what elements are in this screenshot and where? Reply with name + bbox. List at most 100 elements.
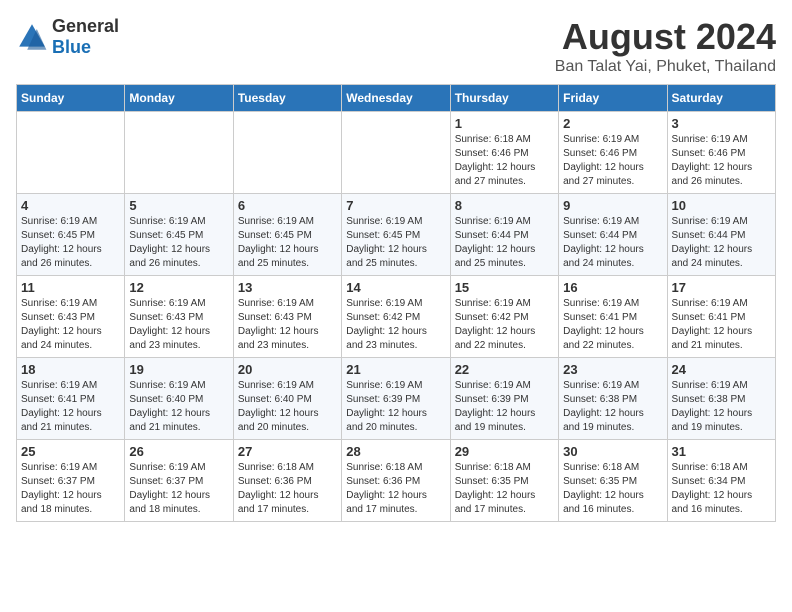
day-number: 1: [455, 116, 554, 131]
day-number: 12: [129, 280, 228, 295]
title-area: August 2024 Ban Talat Yai, Phuket, Thail…: [555, 16, 776, 76]
day-info: Sunrise: 6:18 AM Sunset: 6:34 PM Dayligh…: [672, 461, 771, 517]
day-number: 6: [238, 198, 337, 213]
day-info: Sunrise: 6:19 AM Sunset: 6:45 PM Dayligh…: [346, 215, 445, 271]
day-info: Sunrise: 6:19 AM Sunset: 6:45 PM Dayligh…: [238, 215, 337, 271]
day-cell: [17, 112, 125, 194]
day-info: Sunrise: 6:19 AM Sunset: 6:39 PM Dayligh…: [346, 379, 445, 435]
day-cell: 13Sunrise: 6:19 AM Sunset: 6:43 PM Dayli…: [233, 276, 341, 358]
day-number: 14: [346, 280, 445, 295]
day-info: Sunrise: 6:19 AM Sunset: 6:42 PM Dayligh…: [455, 297, 554, 353]
day-info: Sunrise: 6:19 AM Sunset: 6:37 PM Dayligh…: [21, 461, 120, 517]
day-info: Sunrise: 6:19 AM Sunset: 6:43 PM Dayligh…: [129, 297, 228, 353]
day-number: 28: [346, 444, 445, 459]
day-cell: 9 Sunrise: 6:19 AM Sunset: 6:44 PM Daylig…: [559, 194, 667, 276]
day-info: Sunrise: 6:19 AM Sunset: 6:38 PM Dayligh…: [672, 379, 771, 435]
day-number: 20: [238, 362, 337, 377]
day-cell: 3 Sunrise: 6:19 AM Sunset: 6:46 PM Daylig…: [667, 112, 775, 194]
header-day-wednesday: Wednesday: [342, 85, 450, 112]
day-cell: 19 Sunrise: 6:19 AM Sunset: 6:40 PM Dayli…: [125, 358, 233, 440]
day-info: Sunrise: 6:19 AM Sunset: 6:43 PM Dayligh…: [21, 297, 120, 353]
day-cell: 22Sunrise: 6:19 AM Sunset: 6:39 PM Dayli…: [450, 358, 558, 440]
day-cell: 29 Sunrise: 6:18 AM Sunset: 6:35 PM Dayli…: [450, 440, 558, 522]
day-info: Sunrise: 6:19 AM Sunset: 6:46 PM Dayligh…: [672, 133, 771, 189]
day-cell: [233, 112, 341, 194]
day-info: Sunrise: 6:18 AM Sunset: 6:46 PM Dayligh…: [455, 133, 554, 189]
day-cell: [125, 112, 233, 194]
day-info: Sunrise: 6:18 AM Sunset: 6:35 PM Dayligh…: [563, 461, 662, 517]
header: General Blue August 2024 Ban Talat Yai, …: [16, 16, 776, 76]
day-cell: 11 Sunrise: 6:19 AM Sunset: 6:43 PM Dayli…: [17, 276, 125, 358]
week-row-1: 1 Sunrise: 6:18 AM Sunset: 6:46 PM Daylig…: [17, 112, 776, 194]
day-info: Sunrise: 6:19 AM Sunset: 6:44 PM Dayligh…: [563, 215, 662, 271]
calendar-header-row: SundayMondayTuesdayWednesdayThursdayFrid…: [17, 85, 776, 112]
day-number: 19: [129, 362, 228, 377]
day-cell: 28 Sunrise: 6:18 AM Sunset: 6:36 PM Dayli…: [342, 440, 450, 522]
day-info: Sunrise: 6:19 AM Sunset: 6:45 PM Dayligh…: [129, 215, 228, 271]
day-info: Sunrise: 6:18 AM Sunset: 6:36 PM Dayligh…: [346, 461, 445, 517]
logo-icon: [16, 21, 48, 53]
day-number: 9: [563, 198, 662, 213]
day-number: 30: [563, 444, 662, 459]
week-row-5: 25Sunrise: 6:19 AM Sunset: 6:37 PM Dayli…: [17, 440, 776, 522]
day-cell: 25Sunrise: 6:19 AM Sunset: 6:37 PM Dayli…: [17, 440, 125, 522]
day-info: Sunrise: 6:19 AM Sunset: 6:44 PM Dayligh…: [455, 215, 554, 271]
header-day-tuesday: Tuesday: [233, 85, 341, 112]
header-day-friday: Friday: [559, 85, 667, 112]
day-cell: 24 Sunrise: 6:19 AM Sunset: 6:38 PM Dayli…: [667, 358, 775, 440]
day-number: 24: [672, 362, 771, 377]
day-cell: 21Sunrise: 6:19 AM Sunset: 6:39 PM Dayli…: [342, 358, 450, 440]
day-cell: 10Sunrise: 6:19 AM Sunset: 6:44 PM Dayli…: [667, 194, 775, 276]
day-number: 15: [455, 280, 554, 295]
day-info: Sunrise: 6:19 AM Sunset: 6:40 PM Dayligh…: [238, 379, 337, 435]
day-cell: 20 Sunrise: 6:19 AM Sunset: 6:40 PM Dayli…: [233, 358, 341, 440]
month-title: August 2024: [555, 16, 776, 58]
day-number: 2: [563, 116, 662, 131]
day-cell: 2 Sunrise: 6:19 AM Sunset: 6:46 PM Daylig…: [559, 112, 667, 194]
day-cell: 1 Sunrise: 6:18 AM Sunset: 6:46 PM Daylig…: [450, 112, 558, 194]
logo-general: General: [52, 16, 119, 36]
day-cell: 15 Sunrise: 6:19 AM Sunset: 6:42 PM Dayli…: [450, 276, 558, 358]
day-cell: 26 Sunrise: 6:19 AM Sunset: 6:37 PM Dayli…: [125, 440, 233, 522]
day-cell: 18 Sunrise: 6:19 AM Sunset: 6:41 PM Dayli…: [17, 358, 125, 440]
day-cell: 16Sunrise: 6:19 AM Sunset: 6:41 PM Dayli…: [559, 276, 667, 358]
day-cell: [342, 112, 450, 194]
day-number: 4: [21, 198, 120, 213]
day-cell: 5 Sunrise: 6:19 AM Sunset: 6:45 PM Daylig…: [125, 194, 233, 276]
day-info: Sunrise: 6:19 AM Sunset: 6:38 PM Dayligh…: [563, 379, 662, 435]
calendar-table: SundayMondayTuesdayWednesdayThursdayFrid…: [16, 84, 776, 522]
day-cell: 31 Sunrise: 6:18 AM Sunset: 6:34 PM Dayli…: [667, 440, 775, 522]
header-day-saturday: Saturday: [667, 85, 775, 112]
logo: General Blue: [16, 16, 119, 58]
day-number: 11: [21, 280, 120, 295]
day-number: 27: [238, 444, 337, 459]
week-row-4: 18 Sunrise: 6:19 AM Sunset: 6:41 PM Dayli…: [17, 358, 776, 440]
day-cell: 4Sunrise: 6:19 AM Sunset: 6:45 PM Daylig…: [17, 194, 125, 276]
location-title: Ban Talat Yai, Phuket, Thailand: [555, 58, 776, 76]
day-info: Sunrise: 6:19 AM Sunset: 6:42 PM Dayligh…: [346, 297, 445, 353]
day-info: Sunrise: 6:19 AM Sunset: 6:41 PM Dayligh…: [563, 297, 662, 353]
day-info: Sunrise: 6:18 AM Sunset: 6:35 PM Dayligh…: [455, 461, 554, 517]
day-info: Sunrise: 6:19 AM Sunset: 6:37 PM Dayligh…: [129, 461, 228, 517]
day-info: Sunrise: 6:19 AM Sunset: 6:46 PM Dayligh…: [563, 133, 662, 189]
header-day-monday: Monday: [125, 85, 233, 112]
day-number: 26: [129, 444, 228, 459]
day-number: 29: [455, 444, 554, 459]
day-number: 31: [672, 444, 771, 459]
day-info: Sunrise: 6:18 AM Sunset: 6:36 PM Dayligh…: [238, 461, 337, 517]
day-number: 22: [455, 362, 554, 377]
day-number: 8: [455, 198, 554, 213]
day-cell: 12 Sunrise: 6:19 AM Sunset: 6:43 PM Dayli…: [125, 276, 233, 358]
day-info: Sunrise: 6:19 AM Sunset: 6:40 PM Dayligh…: [129, 379, 228, 435]
day-number: 7: [346, 198, 445, 213]
day-number: 5: [129, 198, 228, 213]
day-info: Sunrise: 6:19 AM Sunset: 6:41 PM Dayligh…: [21, 379, 120, 435]
day-number: 3: [672, 116, 771, 131]
day-info: Sunrise: 6:19 AM Sunset: 6:43 PM Dayligh…: [238, 297, 337, 353]
day-cell: 6 Sunrise: 6:19 AM Sunset: 6:45 PM Daylig…: [233, 194, 341, 276]
header-day-thursday: Thursday: [450, 85, 558, 112]
day-number: 18: [21, 362, 120, 377]
day-cell: 23Sunrise: 6:19 AM Sunset: 6:38 PM Dayli…: [559, 358, 667, 440]
day-number: 17: [672, 280, 771, 295]
day-cell: 30 Sunrise: 6:18 AM Sunset: 6:35 PM Dayli…: [559, 440, 667, 522]
